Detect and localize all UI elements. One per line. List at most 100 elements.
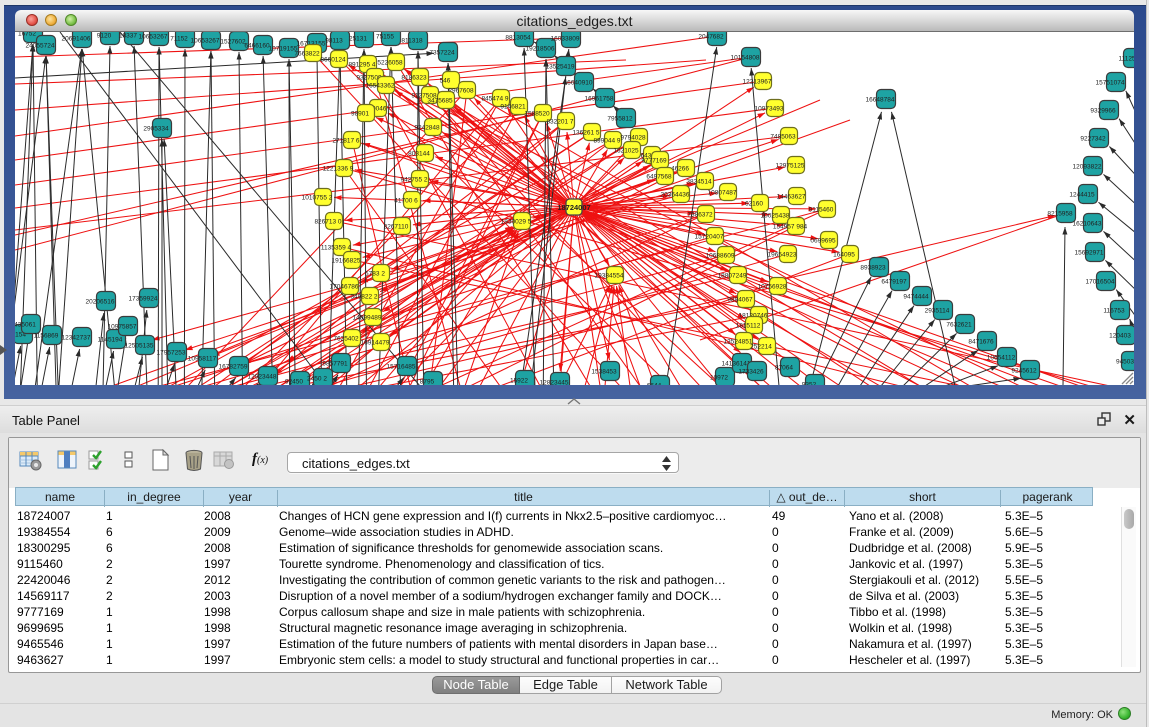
svg-text:942755 2: 942755 2	[400, 177, 427, 184]
svg-text:154957 984: 154957 984	[773, 224, 808, 231]
svg-text:7663822: 7663822	[294, 51, 320, 58]
svg-text:811318: 811318	[401, 38, 423, 45]
svg-text:10958117: 10958117	[188, 356, 217, 363]
svg-text:9352: 9352	[802, 382, 817, 386]
svg-text:8215958: 8215958	[1047, 211, 1073, 218]
svg-text:1145194: 1145194	[98, 337, 123, 344]
svg-text:41700 6: 41700 6	[394, 198, 418, 205]
svg-text:10025438: 10025438	[761, 213, 790, 220]
svg-text:891295 4: 891295 4	[348, 62, 375, 69]
svg-text:349822 2: 349822 2	[350, 294, 377, 301]
svg-text:20364436: 20364436	[661, 192, 690, 199]
svg-text:15720407: 15720407	[695, 234, 724, 241]
svg-text:14463627: 14463627	[777, 194, 806, 201]
svg-text:10975857: 10975857	[108, 324, 137, 331]
svg-text:120403: 120403	[1109, 333, 1131, 340]
svg-text:845474 9: 845474 9	[481, 96, 508, 103]
svg-text:6644: 6644	[647, 383, 662, 386]
svg-text:10972: 10972	[710, 375, 728, 382]
svg-text:9120: 9120	[97, 33, 112, 40]
svg-text:12975125: 12975125	[776, 163, 805, 170]
svg-text:8938923: 8938923	[860, 265, 886, 272]
svg-text:9857791: 9857791	[322, 361, 348, 368]
svg-text:10654112: 10654112	[987, 355, 1016, 362]
svg-text:25131: 25131	[349, 36, 367, 43]
svg-text:1538453: 1538453	[591, 369, 617, 376]
svg-text:14136141: 14136141	[722, 361, 751, 368]
svg-text:9146821: 9146821	[500, 104, 526, 111]
svg-text:16782759: 16782759	[219, 364, 248, 371]
svg-text:9329966: 9329966	[1090, 108, 1116, 115]
svg-text:8186323: 8186323	[401, 75, 427, 82]
svg-text:164095: 164095	[833, 252, 855, 259]
svg-text:1588520: 1588520	[524, 111, 550, 118]
svg-text:1815112: 1815112	[736, 323, 761, 330]
svg-text:19384554: 19384554	[595, 273, 624, 280]
svg-text:11125: 11125	[1118, 56, 1134, 63]
svg-text:10688609: 10688609	[706, 253, 735, 260]
svg-text:1733426: 1733426	[738, 369, 764, 376]
svg-text:7625402: 7625402	[333, 336, 359, 343]
svg-text:15692971: 15692971	[1075, 250, 1104, 257]
svg-text:12342737: 12342737	[62, 335, 91, 342]
svg-text:12093822: 12093822	[1073, 164, 1102, 171]
svg-text:435061: 435061	[15, 322, 36, 329]
svg-text:17359924: 17359924	[129, 296, 158, 303]
svg-text:5226058: 5226058	[377, 60, 403, 67]
svg-text:8795: 8795	[420, 379, 435, 386]
svg-text:16914479: 16914479	[361, 340, 390, 347]
svg-text:1830029 5: 1830029 5	[501, 219, 532, 226]
svg-text:2905334: 2905334	[143, 126, 169, 133]
svg-text:20691406: 20691406	[62, 36, 91, 43]
svg-text:16543362: 16543362	[366, 83, 395, 90]
svg-text:13524851: 13524851	[724, 339, 753, 346]
svg-text:9884067: 9884067	[727, 297, 753, 304]
svg-text:2450 2: 2450 2	[307, 376, 327, 383]
svg-text:9115460: 9115460	[809, 207, 834, 214]
svg-text:18807249: 18807249	[718, 273, 747, 280]
svg-text:899044 9: 899044 9	[593, 138, 620, 145]
svg-text:18724007: 18724007	[557, 203, 590, 212]
svg-text:94503: 94503	[1116, 359, 1134, 366]
svg-text:17046786: 17046786	[330, 284, 359, 291]
svg-text:12213967: 12213967	[743, 79, 772, 86]
svg-text:19166825: 19166825	[332, 258, 361, 265]
svg-text:6479197: 6479197	[881, 279, 907, 286]
svg-text:9777169: 9777169	[641, 158, 667, 165]
svg-text:7386372: 7386372	[687, 212, 713, 219]
svg-text:7485063: 7485063	[770, 134, 796, 141]
svg-text:62160: 62160	[745, 201, 763, 208]
svg-text:9474444: 9474444	[903, 294, 929, 301]
svg-text:1010755 2: 1010755 2	[302, 195, 333, 202]
svg-text:17016504: 17016504	[1086, 279, 1115, 286]
svg-text:6497568: 6497568	[646, 174, 672, 181]
svg-text:3824514: 3824514	[686, 179, 712, 186]
svg-text:252214: 252214	[750, 344, 772, 351]
svg-text:271817 6: 271817 6	[332, 138, 359, 145]
svg-text:3267110: 3267110	[384, 224, 409, 231]
svg-text:24055724: 24055724	[26, 43, 55, 50]
svg-text:1135359 4: 1135359 4	[321, 245, 352, 252]
svg-text:7955812: 7955812	[607, 116, 633, 123]
svg-text:10756928: 10756928	[758, 284, 787, 291]
svg-text:12923448: 12923448	[248, 374, 277, 381]
svg-text:87064: 87064	[775, 365, 793, 372]
svg-text:10653267: 10653267	[139, 34, 168, 41]
svg-text:2047682: 2047682	[698, 34, 724, 41]
svg-text:803144: 803144	[408, 151, 430, 158]
svg-text:16640910: 16640910	[564, 80, 593, 87]
svg-text:136261 5: 136261 5	[572, 130, 599, 137]
svg-text:9245612: 9245612	[1011, 368, 1037, 375]
svg-text:10154808: 10154808	[731, 55, 760, 62]
svg-text:19218506: 19218506	[526, 46, 555, 53]
svg-text:71152: 71152	[170, 36, 188, 43]
svg-text:98901: 98901	[351, 111, 369, 118]
svg-text:2935114: 2935114	[925, 308, 950, 315]
svg-text:826713 0: 826713 0	[314, 219, 341, 226]
svg-text:0699695: 0699695	[810, 238, 836, 245]
svg-text:16033809: 16033809	[551, 36, 580, 43]
svg-text:10653267: 10653267	[191, 38, 220, 45]
svg-text:18337: 18337	[119, 33, 137, 40]
svg-text:116753: 116753	[1103, 308, 1125, 315]
svg-text:16961758: 16961758	[585, 96, 614, 103]
